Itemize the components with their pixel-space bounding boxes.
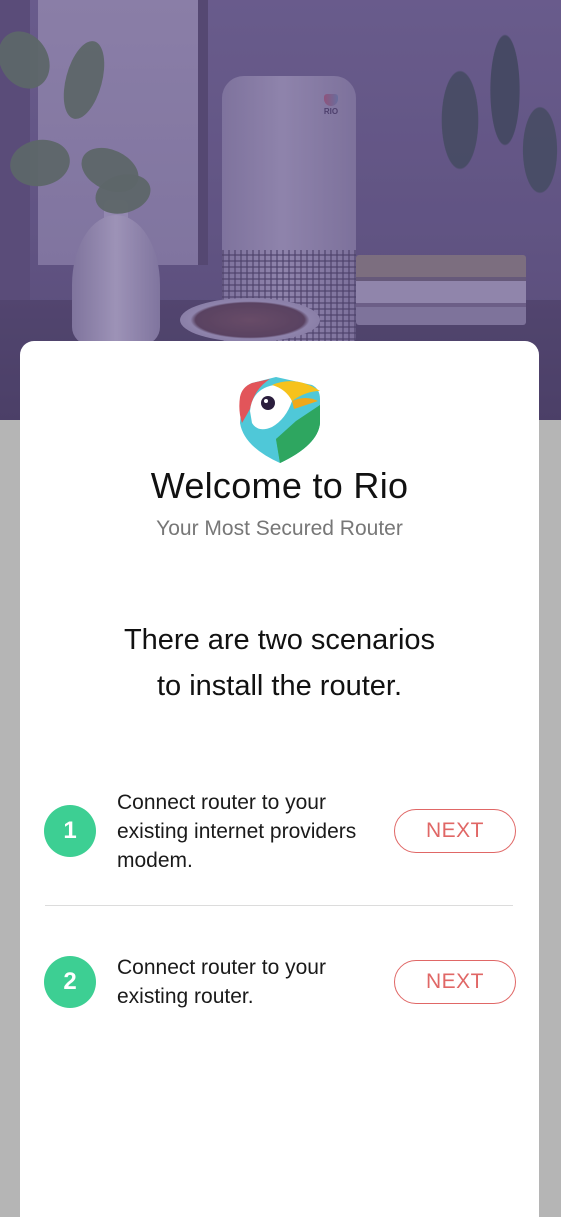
intro-line: There are two scenarios — [123, 624, 436, 656]
scenario-description: Connect router to your existing internet… — [117, 790, 357, 872]
next-button-scenario-1[interactable]: NEXT — [394, 809, 516, 853]
step-number-badge: 2 — [44, 956, 96, 1008]
next-button-scenario-2[interactable]: NEXT — [394, 960, 516, 1004]
scenario-description: Connect router to your existing router. — [117, 956, 326, 1008]
divider — [45, 905, 513, 906]
rio-logo-icon — [239, 377, 320, 463]
scenarios-intro: There are two scenarios to install the r… — [60, 617, 499, 709]
intro-line: to install the router. — [156, 670, 403, 702]
scenario-row-1: 1 Connect router to your existing intern… — [44, 790, 516, 872]
welcome-title: Welcome to Rio — [150, 465, 409, 506]
welcome-subtitle: Your Most Secured Router — [156, 517, 403, 540]
step-number-badge: 1 — [44, 805, 96, 857]
welcome-card: Welcome to Rio Your Most Secured Router … — [20, 341, 539, 1217]
scenario-row-2: 2 Connect router to your existing router… — [44, 952, 516, 1012]
